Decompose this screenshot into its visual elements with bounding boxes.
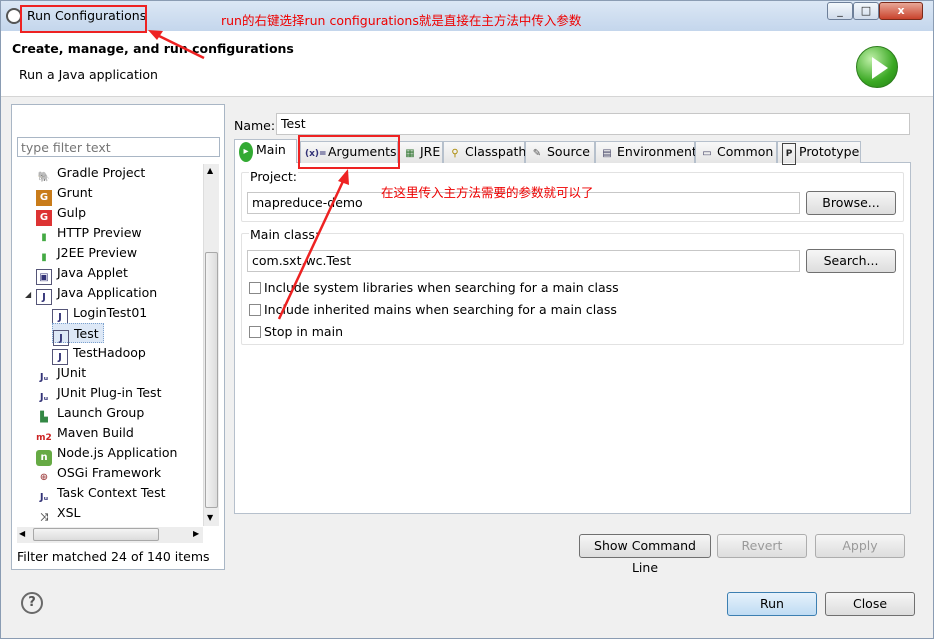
- run-configurations-dialog: Run Configurations _ □ x Create, manage,…: [0, 0, 934, 639]
- annotation-arrows: [148, 30, 349, 320]
- annotation-arrowhead-top: [148, 30, 163, 40]
- annotation-arrowhead-middle: [338, 169, 349, 185]
- annotation-arrow-middle: [277, 176, 347, 320]
- annotation-arrow-top: [152, 31, 205, 60]
